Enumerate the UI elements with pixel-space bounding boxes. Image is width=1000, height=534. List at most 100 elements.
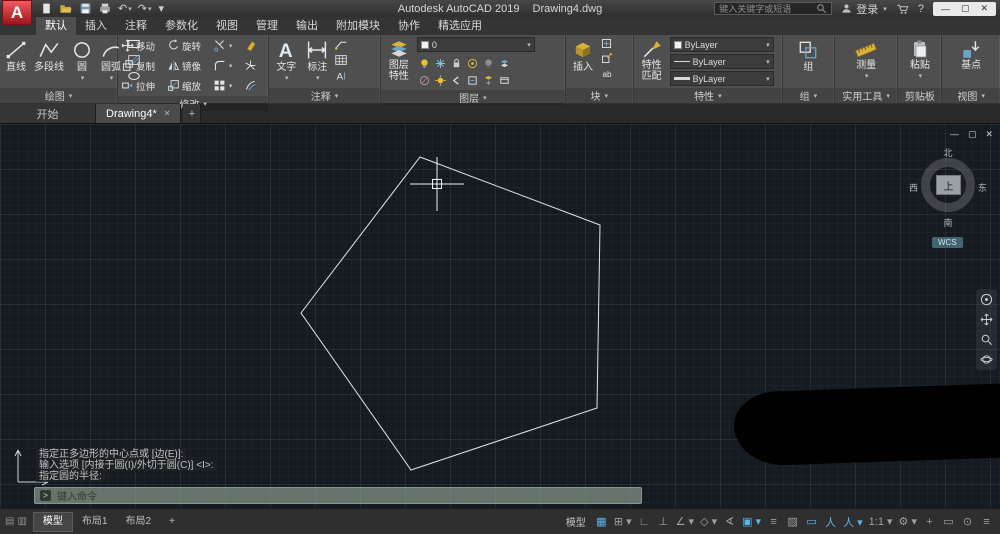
drawing-canvas[interactable]: — ▢ ✕ 北 上 西 东 南 WCS 指定正多边形的中心点或 [边(E)]: xyxy=(0,123,1000,508)
layer-state-button[interactable] xyxy=(497,72,512,88)
layer-off-button[interactable] xyxy=(481,55,496,71)
redo-button[interactable]: ↷▾ xyxy=(138,2,152,15)
minimize-button[interactable]: — xyxy=(941,4,950,14)
status-toggle-icon[interactable]: ≡ xyxy=(978,513,995,531)
status-toggle-icon[interactable]: ▣ ▾ xyxy=(740,513,763,531)
layout-tab[interactable]: 布局1 xyxy=(73,512,117,532)
viewcube-west-label[interactable]: 西 xyxy=(909,181,918,194)
qat-customize-button[interactable]: ▾ xyxy=(158,2,164,15)
panel-label-properties[interactable]: 特性▾ xyxy=(634,88,782,103)
panel-label-annotation[interactable]: 注释▾ xyxy=(269,88,380,103)
trim-button[interactable]: ▾ xyxy=(213,39,240,52)
panel-label-draw[interactable]: 绘图▾ xyxy=(0,88,117,103)
measure-button[interactable]: 测量 ▾ xyxy=(852,37,880,83)
viewcube-east-label[interactable]: 东 xyxy=(978,181,987,194)
layout-tab[interactable]: 模型 xyxy=(33,512,73,532)
layout-tab[interactable]: 布局2 xyxy=(116,512,160,532)
copy-button[interactable]: 复制 xyxy=(121,59,163,73)
explode-button[interactable] xyxy=(244,59,265,72)
ribbon-tab[interactable]: 插入 xyxy=(76,17,116,35)
command-input-bar[interactable]: > 键入命令 xyxy=(34,487,642,504)
viewcube-up-face[interactable]: 上 xyxy=(936,175,961,195)
status-toggle-icon[interactable]: ∠ ▾ xyxy=(674,513,696,531)
app-store-cart-icon[interactable] xyxy=(896,3,909,15)
ribbon-tab[interactable]: 协作 xyxy=(389,17,429,35)
panel-label-utilities[interactable]: 实用工具▾ xyxy=(835,88,898,103)
model-space-indicator[interactable]: 模型 xyxy=(566,514,586,529)
move-button[interactable]: 移动 xyxy=(121,39,163,53)
status-toggle-icon[interactable]: ▭ xyxy=(940,513,957,531)
edit-block-button[interactable] xyxy=(600,52,613,65)
status-toggle-icon[interactable]: ∢ xyxy=(721,513,738,531)
layer-lock-button[interactable] xyxy=(449,55,464,71)
status-toggle-icon[interactable]: 人 ▾ xyxy=(841,513,865,531)
viewcube[interactable]: 北 上 西 东 南 WCS xyxy=(908,146,988,252)
file-tab-drawing4[interactable]: Drawing4* ✕ xyxy=(96,104,181,123)
ribbon-tab[interactable]: 视图 xyxy=(207,17,247,35)
status-toggle-icon[interactable]: ▦ xyxy=(593,513,610,531)
paste-caret-icon[interactable]: ▾ xyxy=(919,71,923,82)
line-button[interactable]: 直线 xyxy=(3,37,29,74)
measure-caret-icon[interactable]: ▾ xyxy=(865,71,869,82)
layer-isolate-button[interactable] xyxy=(465,55,480,71)
viewcube-south-label[interactable]: 南 xyxy=(908,216,988,229)
status-toggle-icon[interactable]: ⊙ xyxy=(959,513,976,531)
ribbon-tab[interactable]: 注释 xyxy=(116,17,156,35)
orbit-button[interactable] xyxy=(980,353,993,366)
signin-button[interactable]: 登录 ▾ xyxy=(841,1,887,17)
object-color-dropdown[interactable]: ByLayer ▾ xyxy=(670,37,774,52)
dimension-caret-icon[interactable]: ▾ xyxy=(316,73,320,84)
stretch-button[interactable]: 拉伸 xyxy=(121,79,163,93)
table-tool-button[interactable] xyxy=(334,53,348,67)
insert-block-button[interactable]: 插入 xyxy=(569,37,597,74)
mirror-button[interactable]: 镜像 xyxy=(167,59,209,73)
group-button[interactable]: 组 xyxy=(795,37,821,74)
status-toggle-icon[interactable]: ▨ xyxy=(784,513,801,531)
save-button[interactable] xyxy=(79,2,92,15)
dimension-button[interactable]: 标注 ▾ xyxy=(303,37,331,85)
array-button[interactable]: ▾ xyxy=(213,79,240,92)
ribbon-tab[interactable]: 默认 xyxy=(36,17,76,35)
ribbon-tab[interactable]: 附加模块 xyxy=(327,17,389,35)
lineweight-dropdown[interactable]: ByLayer ▾ xyxy=(670,71,774,86)
panel-label-clipboard[interactable]: 剪贴板 xyxy=(898,88,941,103)
paste-button[interactable]: 粘贴 ▾ xyxy=(908,37,932,83)
layer-thaw-button[interactable] xyxy=(433,72,448,88)
search-icon[interactable] xyxy=(816,3,827,14)
block-attributes-button[interactable]: ab xyxy=(600,67,613,80)
wcs-menu[interactable]: WCS xyxy=(932,237,963,248)
layout-tab[interactable]: + xyxy=(160,512,184,532)
open-file-button[interactable] xyxy=(59,2,73,15)
layer-freeze-button[interactable] xyxy=(433,55,448,71)
status-toggle-icon[interactable]: + xyxy=(921,513,938,531)
layer-on-button[interactable] xyxy=(417,55,432,71)
status-toggle-icon[interactable]: ⚙ ▾ xyxy=(897,513,919,531)
new-file-button[interactable] xyxy=(40,2,53,15)
arc-caret-icon[interactable]: ▾ xyxy=(110,73,114,84)
ribbon-tab[interactable]: 参数化 xyxy=(156,17,207,35)
erase-button[interactable] xyxy=(244,39,265,52)
leader-tool-button[interactable] xyxy=(334,37,348,51)
quickview-drawings-icon[interactable]: ▤ xyxy=(5,516,14,527)
layer-properties-button[interactable]: 图层特性 xyxy=(384,37,414,83)
ribbon-tab[interactable]: 输出 xyxy=(287,17,327,35)
status-toggle-icon[interactable]: ◇ ▾ xyxy=(698,513,719,531)
layer-walk-button[interactable] xyxy=(465,72,480,88)
layer-merge-button[interactable] xyxy=(481,72,496,88)
offset-button[interactable] xyxy=(244,79,265,92)
text-caret-icon[interactable]: ▾ xyxy=(285,73,289,84)
close-button[interactable]: ✕ xyxy=(980,3,988,14)
ribbon-tab[interactable]: 精选应用 xyxy=(429,17,491,35)
match-properties-button[interactable]: 特性匹配 xyxy=(637,37,667,83)
status-toggle-icon[interactable]: ⊥ xyxy=(655,513,672,531)
status-toggle-icon[interactable]: ▭ xyxy=(803,513,820,531)
layer-prev-button[interactable] xyxy=(449,72,464,88)
layer-dropdown[interactable]: 0 ▾ xyxy=(417,37,535,52)
status-toggle-icon[interactable]: ⊞ ▾ xyxy=(612,513,634,531)
circle-caret-icon[interactable]: ▾ xyxy=(81,73,85,84)
pentagon-polyline[interactable] xyxy=(301,157,600,470)
drawing-close-button[interactable]: ✕ xyxy=(985,129,993,140)
panel-label-groups[interactable]: 组▾ xyxy=(783,88,834,103)
restore-button[interactable]: ▢ xyxy=(961,3,970,14)
application-menu-button[interactable]: A xyxy=(2,0,32,25)
